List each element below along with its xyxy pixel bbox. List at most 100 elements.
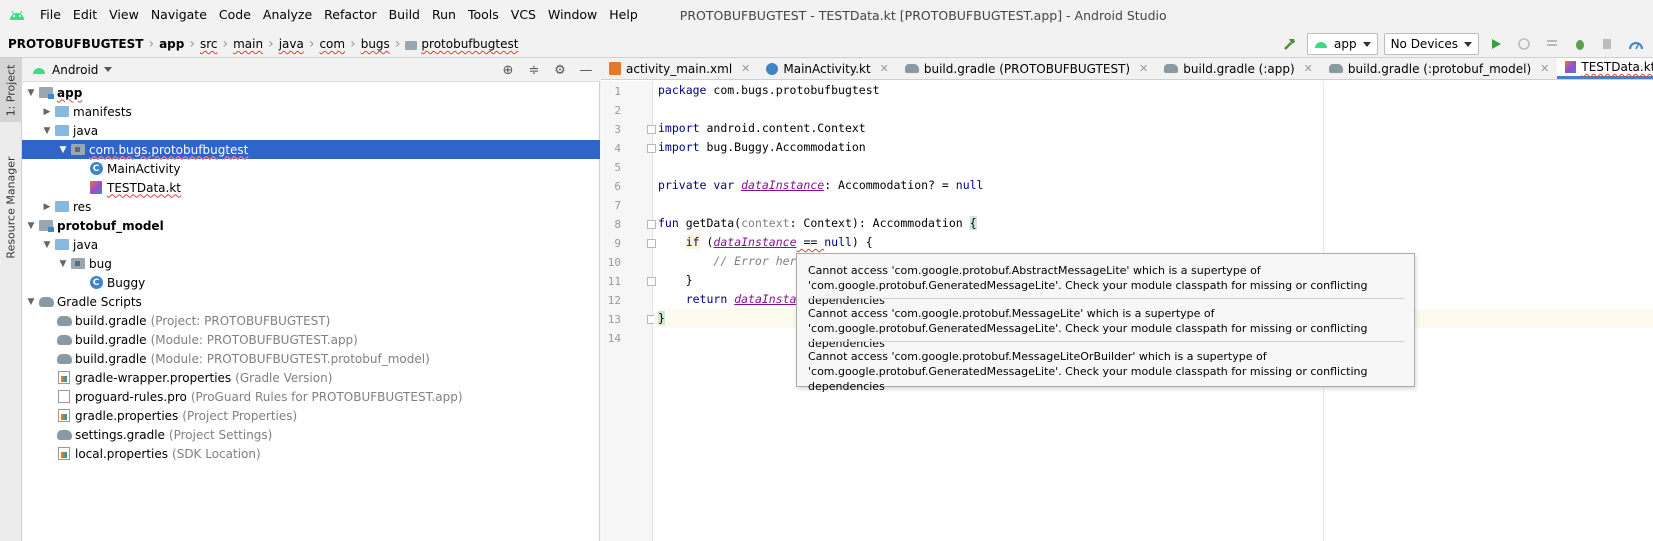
gradle-icon xyxy=(56,332,72,348)
breadcrumb-com[interactable]: com › xyxy=(319,36,360,52)
tree-item-manifests[interactable]: ▶ manifests xyxy=(22,102,600,121)
tree-item-protobuf-model[interactable]: ▼ protobuf_model xyxy=(22,216,600,235)
code-keyword: fun xyxy=(658,216,679,230)
menu-code[interactable]: Code xyxy=(213,0,257,30)
code-property: dataInstance xyxy=(741,178,825,192)
tree-item-java[interactable]: ▼ java xyxy=(22,121,600,140)
apply-code-changes-icon[interactable] xyxy=(1541,33,1563,55)
breadcrumb-project[interactable]: PROTOBUFBUGTEST › xyxy=(8,36,159,52)
expand-arrow-icon: ▼ xyxy=(27,296,35,307)
tree-item-bug[interactable]: ▼ bug xyxy=(22,254,600,273)
window-title: PROTOBUFBUGTEST - TESTData.kt [PROTOBUFB… xyxy=(679,7,1167,23)
menu-edit[interactable]: Edit xyxy=(67,0,103,30)
menu-analyze[interactable]: Analyze xyxy=(257,0,318,30)
module-icon xyxy=(38,85,54,101)
code-text: bug.Buggy.Accommodation xyxy=(699,140,866,154)
menu-refactor[interactable]: Refactor xyxy=(318,0,382,30)
menu-tools[interactable]: Tools xyxy=(462,0,505,30)
folder-icon xyxy=(54,237,70,253)
tree-item-gradle-properties[interactable]: gradle.properties (Project Properties) xyxy=(22,406,600,425)
tab-label: activity_main.xml xyxy=(626,61,733,76)
apply-changes-icon[interactable] xyxy=(1513,33,1535,55)
tab-build-gradle-app[interactable]: build.gradle (:app) ✕ xyxy=(1156,58,1321,79)
run-config-select[interactable]: app xyxy=(1306,33,1378,55)
resource-manager-tab-label: Resource Manager xyxy=(4,155,18,259)
tree-item-label: manifests xyxy=(73,104,132,119)
tab-testdata-kt[interactable]: TESTData.kt ✕ xyxy=(1557,58,1653,79)
project-view-select[interactable]: Android xyxy=(32,63,113,77)
menu-run[interactable]: Run xyxy=(426,0,462,30)
menu-window[interactable]: Window xyxy=(542,0,603,30)
tree-item-build-gradle-project[interactable]: build.gradle (Project: PROTOBUFBUGTEST) xyxy=(22,311,600,330)
menu-vcs[interactable]: VCS xyxy=(505,0,542,30)
gradle-icon xyxy=(38,294,54,310)
tree-item-package-protobufbugtest[interactable]: ▼ com.bugs.protobufbugtest xyxy=(22,140,600,159)
menu-view[interactable]: View xyxy=(103,0,145,30)
gear-icon[interactable]: ⚙ xyxy=(552,62,568,78)
breadcrumb-app[interactable]: app › xyxy=(159,36,200,52)
tree-item-label: bug xyxy=(89,256,112,271)
device-select[interactable]: No Devices xyxy=(1383,33,1479,55)
tree-item-testdata[interactable]: TESTData.kt xyxy=(22,178,600,197)
tree-item-gradle-wrapper-properties[interactable]: gradle-wrapper.properties (Gradle Versio… xyxy=(22,368,600,387)
kotlin-file-icon xyxy=(88,180,104,196)
close-icon[interactable]: ✕ xyxy=(1540,62,1549,75)
gradle-icon xyxy=(1328,64,1343,73)
close-icon[interactable]: ✕ xyxy=(1139,62,1148,75)
profiler-icon[interactable] xyxy=(1625,33,1647,55)
tree-item-settings-gradle[interactable]: settings.gradle (Project Settings) xyxy=(22,425,600,444)
tree-item-app[interactable]: ▼ app xyxy=(22,83,600,102)
tree-item-gradle-scripts[interactable]: ▼ Gradle Scripts xyxy=(22,292,600,311)
breadcrumb-java[interactable]: java › xyxy=(279,36,320,52)
run-icon[interactable] xyxy=(1485,33,1507,55)
properties-file-icon xyxy=(56,370,72,386)
chevron-right-icon: › xyxy=(222,36,229,52)
code-text: com.bugs.protobufbugtest xyxy=(706,83,880,97)
chevron-right-icon: › xyxy=(394,36,401,52)
tree-item-java[interactable]: ▼ java xyxy=(22,235,600,254)
collapse-all-icon[interactable]: ≑ xyxy=(526,62,542,78)
breadcrumb-src[interactable]: src › xyxy=(200,36,233,52)
breadcrumb-protobufbugtest[interactable]: protobufbugtest xyxy=(405,37,518,51)
menu-navigate[interactable]: Navigate xyxy=(145,0,213,30)
line-number: 11 xyxy=(607,275,621,288)
debug-icon[interactable] xyxy=(1569,33,1591,55)
tree-item-res[interactable]: ▶ res xyxy=(22,197,600,216)
tree-item-build-gradle-protobuf-model[interactable]: build.gradle (Module: PROTOBUFBUGTEST.pr… xyxy=(22,349,600,368)
code-keyword: private var xyxy=(658,178,735,192)
tab-mainactivity-kt[interactable]: MainActivity.kt ✕ xyxy=(758,58,897,79)
project-tool-tab[interactable]: 1: Project xyxy=(0,58,22,122)
tree-item-proguard-rules[interactable]: proguard-rules.pro (ProGuard Rules for P… xyxy=(22,387,600,406)
project-tool-tab-label: 1: Project xyxy=(4,64,18,116)
line-number: 3 xyxy=(614,123,621,136)
tree-item-local-properties[interactable]: local.properties (SDK Location) xyxy=(22,444,600,463)
close-icon[interactable]: ✕ xyxy=(880,62,889,75)
tab-build-gradle-project[interactable]: build.gradle (PROTOBUFBUGTEST) ✕ xyxy=(897,58,1156,79)
code-keyword: import xyxy=(658,140,700,154)
tree-item-hint: (Project: PROTOBUFBUGTEST) xyxy=(150,313,331,328)
breadcrumb-bugs[interactable]: bugs › xyxy=(361,36,406,52)
package-folder-icon xyxy=(405,40,418,50)
breadcrumb-main[interactable]: main › xyxy=(233,36,279,52)
error-tooltip: Cannot access 'com.google.protobuf.Abstr… xyxy=(796,253,1415,393)
hide-panel-icon[interactable]: — xyxy=(578,62,594,78)
attach-debugger-icon[interactable] xyxy=(1597,33,1619,55)
resource-manager-tool-tab[interactable]: Resource Manager xyxy=(0,142,22,272)
close-icon[interactable]: ✕ xyxy=(741,62,750,75)
locate-file-icon[interactable]: ⊕ xyxy=(500,62,516,78)
code-property: dataInstan xyxy=(734,292,804,306)
tab-activity-main-xml[interactable]: activity_main.xml ✕ xyxy=(601,58,758,79)
menu-help[interactable]: Help xyxy=(603,0,644,30)
gradle-icon xyxy=(56,313,72,329)
tree-item-build-gradle-app[interactable]: build.gradle (Module: PROTOBUFBUGTEST.ap… xyxy=(22,330,600,349)
chevron-down-icon xyxy=(1362,41,1371,47)
close-icon[interactable]: ✕ xyxy=(1304,62,1313,75)
menu-file[interactable]: File xyxy=(34,0,67,30)
build-hammer-icon[interactable] xyxy=(1279,33,1301,55)
collapse-arrow-icon: ▶ xyxy=(43,201,51,212)
layout-file-icon xyxy=(609,62,621,75)
tree-item-mainactivity[interactable]: C MainActivity xyxy=(22,159,600,178)
menu-build[interactable]: Build xyxy=(383,0,426,30)
tab-build-gradle-protobuf-model[interactable]: build.gradle (:protobuf_model) ✕ xyxy=(1321,58,1558,79)
tree-item-buggy[interactable]: C Buggy xyxy=(22,273,600,292)
